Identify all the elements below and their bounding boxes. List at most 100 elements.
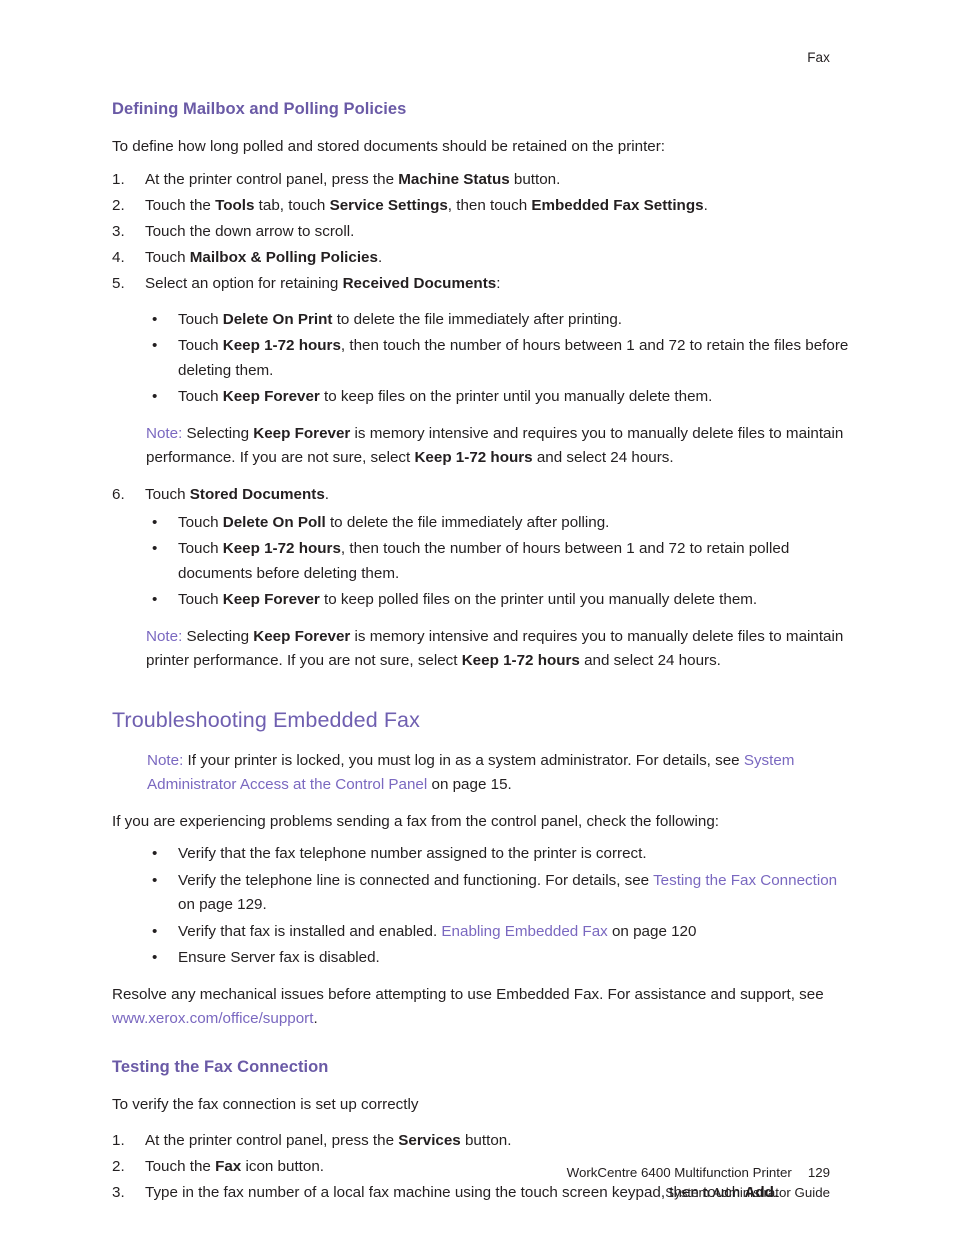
footer-guide-name: System Administrator Guide [665,1185,830,1200]
troubleshooting-closing-paragraph: Resolve any mechanical issues before att… [112,983,850,1032]
footer-product-name: WorkCentre 6400 Multifunction Printer [566,1165,792,1180]
mailbox-steps-list: 1. At the printer control panel, press t… [112,168,850,297]
note-text: Selecting Keep Forever is memory intensi… [146,424,844,467]
emphasis: Delete On Print [222,310,333,328]
step-text-pre: At the printer control panel, press the [145,1132,399,1149]
emphasis: Keep 1-72 hours [222,540,341,557]
note-text-before-link: If your printer is locked, you must log … [187,751,740,769]
stored-documents-step: 6. Touch Stored Documents. [112,483,850,508]
bullet-icon: • [152,540,158,557]
step-text: Touch Stored Documents. [145,485,330,503]
closing-text-pre: Resolve any mechanical issues before att… [112,985,824,1003]
list-item: • Touch Delete On Poll to delete the fil… [148,511,850,536]
testing-intro-paragraph: To verify the fax connection is set up c… [112,1095,419,1113]
step-text: Touch the Tools tab, touch Service Setti… [145,196,708,214]
emphasis: Keep Forever [222,388,320,405]
link-enabling-embedded-fax[interactable]: Enabling Embedded Fax [441,923,607,940]
emphasis: Embedded Fax Settings [531,196,704,214]
emphasis: Tools [215,196,255,214]
list-item: • Touch Keep 1-72 hours, then touch the … [148,537,850,586]
bullet-text: Touch Delete On Print to delete the file… [178,310,623,328]
step-number: 5. [112,274,125,292]
document-page: Fax Defining Mailbox and Polling Policie… [0,0,954,1235]
emphasis: Keep 1-72 hours [222,337,341,354]
bullet-text: Touch Keep Forever to keep files on the … [178,388,713,405]
step-text-post: button. [460,1132,512,1149]
bullet-icon: • [152,871,158,889]
bullet-icon: • [152,922,158,940]
list-item: • Touch Keep 1-72 hours, then touch the … [148,334,850,383]
list-item: 4. Touch Mailbox & Polling Policies. [112,246,850,271]
heading-defining-mailbox-and-polling-policies: Defining Mailbox and Polling Policies [112,100,407,118]
list-item: 2. Touch the Tools tab, touch Service Se… [112,194,850,219]
step-number: 3. [112,222,125,240]
note-text: Selecting Keep Forever is memory intensi… [146,627,844,670]
footer-line-product: WorkCentre 6400 Multifunction Printer 129 [0,1163,830,1183]
step-number: 1. [112,1132,125,1149]
bullet-text: Ensure Server fax is disabled. [178,949,380,966]
list-item: • Touch Keep Forever to keep polled file… [148,588,850,613]
list-item: • Verify that fax is installed and enabl… [148,920,850,945]
heading-troubleshooting-embedded-fax: Troubleshooting Embedded Fax [112,707,420,732]
emphasis: Stored Documents [189,485,325,503]
bullet-text-pre: Verify that fax is installed and enabled… [178,922,442,940]
bullet-icon: • [152,513,158,531]
bullet-icon: • [152,845,158,862]
list-item: • Touch Delete On Print to delete the fi… [148,308,850,333]
emphasis: Keep Forever [253,424,351,442]
step-text: Touch the down arrow to scroll. [145,222,355,240]
bullet-icon: • [152,388,158,405]
emphasis: Delete On Poll [222,513,326,531]
step-number: 4. [112,248,125,266]
list-item: 6. Touch Stored Documents. [112,483,850,508]
link-testing-the-fax-connection[interactable]: Testing the Fax Connection [653,872,837,889]
mailbox-intro-paragraph: To define how long polled and stored doc… [112,138,666,155]
bullet-text: Touch Keep 1-72 hours, then touch the nu… [178,337,849,379]
note-text-after-link: on page 15. [431,776,512,793]
list-item: • Touch Keep Forever to keep files on th… [148,385,850,410]
list-item: • Verify that the fax telephone number a… [148,842,850,867]
note-label: Note: [147,751,184,769]
bullet-text: Verify the telephone line is connected a… [178,872,837,914]
bullet-text: Touch Delete On Poll to delete the file … [178,513,610,531]
emphasis: Keep 1-72 hours [414,449,533,466]
step-text: At the printer control panel, press the … [145,170,561,188]
received-documents-note: Note: Selecting Keep Forever is memory i… [146,422,850,471]
bullet-text: Verify that fax is installed and enabled… [178,923,696,940]
emphasis: Service Settings [329,196,448,214]
emphasis: Keep Forever [253,627,351,645]
heading-testing-the-fax-connection: Testing the Fax Connection [112,1057,329,1076]
note-label: Note: [146,627,183,645]
bullet-text: Touch Keep Forever to keep polled files … [178,591,758,608]
list-item: • Verify the telephone line is connected… [148,869,850,918]
list-item: 1. At the printer control panel, press t… [112,1129,850,1154]
troubleshooting-intro-paragraph: If you are experiencing problems sending… [112,812,719,830]
emphasis: Services [398,1132,461,1149]
bullet-icon: • [152,337,158,354]
note-label: Note: [146,424,183,442]
stored-documents-bullets: • Touch Delete On Poll to delete the fil… [112,511,850,613]
emphasis: Mailbox & Polling Policies [189,248,378,266]
step-number: 2. [112,196,125,214]
running-header: Fax [807,50,830,65]
list-item: • Ensure Server fax is disabled. [148,946,850,971]
troubleshooting-checklist: • Verify that the fax telephone number a… [112,842,850,971]
bullet-text-post: on page 120 [607,922,697,940]
bullet-text: Verify that the fax telephone number ass… [178,845,647,862]
step-number: 1. [112,170,125,188]
link-xerox-support[interactable]: www.xerox.com/office/support [112,1010,313,1027]
emphasis: Keep 1-72 hours [461,652,580,669]
troubleshooting-note: Note: If your printer is locked, you mus… [147,749,850,798]
bullet-icon: • [152,591,158,608]
list-item: 3. Touch the down arrow to scroll. [112,220,850,245]
page-content: Defining Mailbox and Polling Policies To… [112,100,850,1207]
received-documents-bullets: • Touch Delete On Print to delete the fi… [112,308,850,410]
list-item: 5. Select an option for retaining Receiv… [112,272,850,297]
footer-line-guide: System Administrator Guide [0,1183,830,1203]
emphasis: Received Documents [342,274,497,292]
step-number: 6. [112,485,125,503]
bullet-icon: • [152,310,158,328]
bullet-text-post: on page 129. [178,896,267,913]
emphasis: Keep Forever [222,591,320,608]
closing-text-post: . [313,1010,318,1027]
